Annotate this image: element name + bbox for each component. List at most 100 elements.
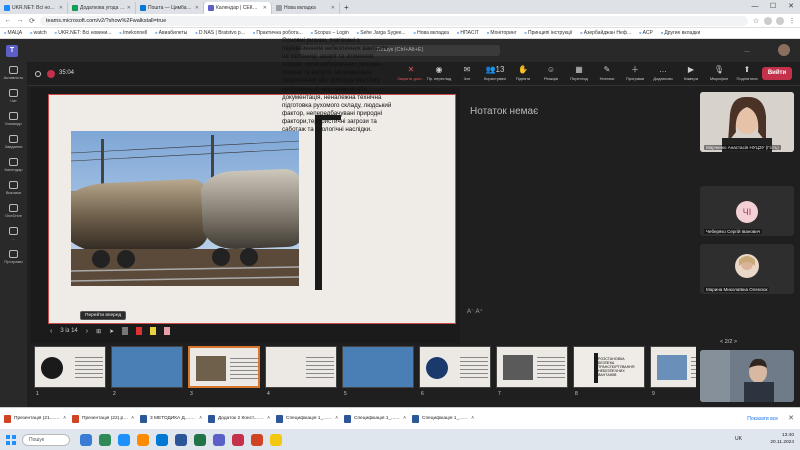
rail-item[interactable]: Чат (9, 89, 18, 103)
close-window-button[interactable]: ✕ (782, 0, 800, 14)
highlighter-icon[interactable] (150, 327, 157, 335)
slide-thumbnail[interactable]: 3 (188, 346, 260, 398)
rail-item[interactable]: Виклики (6, 181, 21, 195)
toolbar-button[interactable]: … Додатково (649, 64, 677, 81)
rail-item[interactable]: Завдання (5, 135, 22, 149)
pen-red-icon[interactable] (136, 327, 143, 335)
avatar[interactable] (778, 44, 790, 56)
slide-thumbnail[interactable]: РОЗСТАНОВКА БЕЗПЕКА ТРАНСПОРТУВАННЯ НЕБЕ… (573, 346, 645, 398)
browser-tab[interactable]: Пошта — Цимбал Богдан Мико...✕ (136, 2, 204, 14)
more-options-icon[interactable]: ... (744, 47, 750, 54)
rail-item[interactable]: OneDrive (5, 204, 22, 218)
taskbar-app-icon[interactable] (213, 433, 225, 446)
download-item[interactable]: Специфікація 1_....docx˄ (412, 414, 474, 423)
rail-item[interactable]: Програми (4, 250, 23, 264)
download-item[interactable]: Презентація (22).pptx ˄ (72, 414, 134, 423)
slide-thumbnail[interactable]: 6 (419, 346, 491, 398)
download-item[interactable]: Специфікація 1_....docx˄ (344, 414, 406, 423)
bookmark-link[interactable]: UKR.NET: Всі новини... (55, 30, 111, 36)
bookmark-link[interactable]: АСР (639, 30, 653, 36)
chevron-up-icon[interactable]: ˄ (131, 416, 134, 421)
slide-thumbnail[interactable]: 7 (496, 346, 568, 398)
taskbar-app-icon[interactable] (137, 433, 149, 446)
slide-thumbnail[interactable]: 1 (34, 346, 106, 398)
extension-icon[interactable] (764, 16, 772, 25)
bookmark-link[interactable]: Scopus – Login (311, 30, 348, 36)
chevron-up-icon[interactable]: ˄ (267, 416, 270, 421)
bookmark-link[interactable]: НПАСІТ (457, 30, 478, 36)
bookmark-link[interactable]: Азербайджан Неф... (580, 30, 631, 36)
toolbar-button[interactable]: 🎙 Мікрофон (705, 64, 733, 81)
next-slide-icon[interactable]: › (86, 328, 88, 335)
font-size-controls[interactable]: A⁻ A⁺ (467, 308, 483, 315)
close-icon[interactable]: ✕ (788, 414, 794, 422)
bookmark-link[interactable]: Авиабилеты (155, 30, 188, 36)
toolbar-button[interactable]: ✉ Чат (453, 64, 481, 81)
slide-thumbnail[interactable]: 5 (342, 346, 414, 398)
toolbar-button[interactable]: ⬆ Поділитися (733, 64, 761, 81)
bookmark-link[interactable]: Imekonnell (119, 30, 147, 36)
taskbar-app-icon[interactable] (270, 433, 282, 446)
bookmark-link[interactable]: Другие вкладки (661, 30, 700, 36)
browser-tab[interactable]: Додаткова угода штампи • тип...✕ (68, 2, 136, 14)
close-icon[interactable]: ✕ (127, 5, 131, 11)
minimize-button[interactable]: — (746, 0, 764, 14)
chevron-up-icon[interactable]: ˄ (403, 416, 406, 421)
toolbar-button[interactable]: ✋ Підняти (509, 64, 537, 81)
previous-slide-icon[interactable]: ‹ (50, 328, 52, 335)
show-all-downloads-link[interactable]: Показати все (747, 416, 778, 422)
bookmark-link[interactable]: D.NAS | Bratstvo p... (195, 30, 245, 36)
pen-gray-icon[interactable] (122, 327, 129, 335)
taskbar-app-icon[interactable] (175, 433, 187, 446)
back-icon[interactable]: ← (4, 17, 12, 24)
language-indicator[interactable]: UK (735, 436, 742, 442)
rail-item[interactable]: Активність (4, 66, 23, 80)
maximize-button[interactable]: ☐ (764, 0, 782, 14)
close-icon[interactable]: ✕ (263, 5, 267, 11)
browser-tab[interactable]: Нова вкладка ✕ (272, 2, 340, 14)
toolbar-button[interactable]: ＋ Програми (621, 64, 649, 81)
taskbar-app-icon[interactable] (251, 433, 263, 446)
taskbar-app-icon[interactable] (118, 433, 130, 446)
download-item[interactable]: Додаток 2 Конст....docx ˄ (208, 414, 270, 423)
browser-tab[interactable]: Календар | СЕКЦІЯ УЕ Зусь...✕ (204, 2, 272, 14)
star-icon[interactable]: ☆ (752, 17, 760, 25)
menu-icon[interactable]: ⋮ (788, 17, 796, 25)
toolbar-button[interactable]: ◉ Пр. перегляд (425, 64, 453, 81)
toolbar-button[interactable]: ✎ Нотатки (593, 64, 621, 81)
toolbar-button[interactable]: ✕ Закрити дост... (397, 64, 425, 81)
download-item[interactable]: 3 МЕТОДИКА Д....docx ˄ (140, 414, 202, 423)
bookmark-link[interactable]: Нова вкладка (414, 30, 449, 36)
rail-item[interactable]: Команди (5, 112, 22, 126)
new-tab-button[interactable]: + (340, 2, 353, 14)
participant-tile[interactable]: Марченко Анастасія НУЦЗУ (Гість) (700, 92, 794, 152)
chevron-up-icon[interactable]: ˄ (471, 416, 474, 421)
download-item[interactable]: Специфікація 1_....docx˄ (276, 414, 338, 423)
participant-tile[interactable] (700, 350, 794, 402)
toolbar-button[interactable]: ☺ Реакція (537, 64, 565, 81)
leave-button[interactable]: Вийти (762, 67, 792, 80)
grid-view-icon[interactable]: ⊞ (96, 328, 101, 335)
toolbar-button[interactable]: ▦ Перегляд (565, 64, 593, 81)
slide-thumbnail[interactable]: 2 (111, 346, 183, 398)
forward-icon[interactable]: → (16, 17, 24, 24)
taskbar-app-icon[interactable] (194, 433, 206, 446)
eraser-icon[interactable] (164, 327, 171, 335)
bookmark-link[interactable]: МАЦА (4, 30, 23, 36)
taskbar-app-icon[interactable] (232, 433, 244, 446)
windows-start-icon[interactable] (6, 434, 16, 445)
url-field[interactable]: teams.microsoft.com/v2/?show%2Fwalkstall… (40, 15, 748, 26)
bookmark-link[interactable]: Моніторинг (487, 30, 516, 36)
taskbar-search-input[interactable]: Пошук (22, 433, 70, 446)
close-icon[interactable]: ✕ (195, 5, 199, 11)
chevron-up-icon[interactable]: ˄ (335, 416, 338, 421)
reload-icon[interactable]: ⟳ (28, 17, 36, 25)
system-clock[interactable]: 13:40 20.11.2024 (770, 432, 794, 446)
bookmark-link[interactable]: Практична робота... (253, 30, 302, 36)
taskbar-app-icon[interactable] (80, 433, 92, 446)
download-item[interactable]: Презентація (21.....pptx˄ (4, 414, 66, 423)
bookmark-link[interactable]: watch (30, 30, 47, 36)
rail-item[interactable]: ... (9, 227, 18, 241)
participant-tile[interactable]: Марина Миколаївна Олексюк (700, 244, 794, 294)
chevron-up-icon[interactable]: ˄ (199, 416, 202, 421)
